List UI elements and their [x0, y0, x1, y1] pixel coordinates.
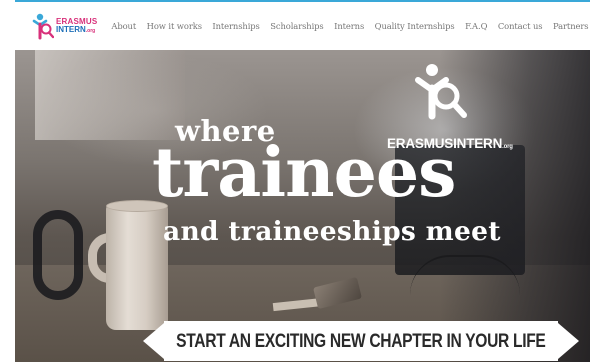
hero-logo-icon [415, 64, 467, 120]
nav-faq[interactable]: F.A.Q [465, 21, 487, 31]
logo-text-line2: INTERN.org [56, 24, 97, 35]
nav-about[interactable]: About [111, 21, 136, 31]
tagline-banner: START AN EXCITING NEW CHAPTER IN YOUR LI… [143, 321, 579, 361]
logo-text-intern: INTERN [56, 24, 86, 34]
banner-tail-left [143, 323, 164, 359]
nav-partners[interactable]: Partners [553, 21, 589, 31]
nav-scholarships[interactable]: Scholarships [270, 21, 323, 31]
top-navbar: ERASMUS INTERN.org About How it works In… [15, 0, 590, 50]
site-logo[interactable]: ERASMUS INTERN.org [32, 12, 97, 40]
main-nav: About How it works Internships Scholarsh… [111, 21, 590, 31]
headline-traineeships-meet: and traineeships meet [163, 216, 501, 247]
headline-trainees: trainees [152, 133, 456, 213]
nav-how-it-works[interactable]: How it works [147, 21, 202, 31]
tagline-text: START AN EXCITING NEW CHAPTER IN YOUR LI… [176, 329, 546, 352]
logo-text-suffix: .org [85, 27, 96, 34]
nav-quality-internships[interactable]: Quality Internships [375, 21, 455, 31]
nav-interns[interactable]: Interns [334, 21, 364, 31]
coffee-mug-image [88, 200, 168, 330]
erasmus-intern-logo-icon [32, 13, 54, 40]
headphones-image [33, 210, 83, 300]
background-window [35, 50, 185, 140]
banner-box: START AN EXCITING NEW CHAPTER IN YOUR LI… [164, 321, 558, 361]
hero-banner: ERASMUSINTERN.org where trainees and tra… [15, 50, 590, 362]
nav-contact-us[interactable]: Contact us [498, 21, 543, 31]
mug-body [106, 205, 168, 330]
hero-brand-suffix: .org [502, 144, 513, 150]
nav-internships[interactable]: Internships [212, 21, 259, 31]
banner-tail-right [558, 323, 579, 359]
page: ERASMUS INTERN.org About How it works In… [15, 0, 590, 362]
